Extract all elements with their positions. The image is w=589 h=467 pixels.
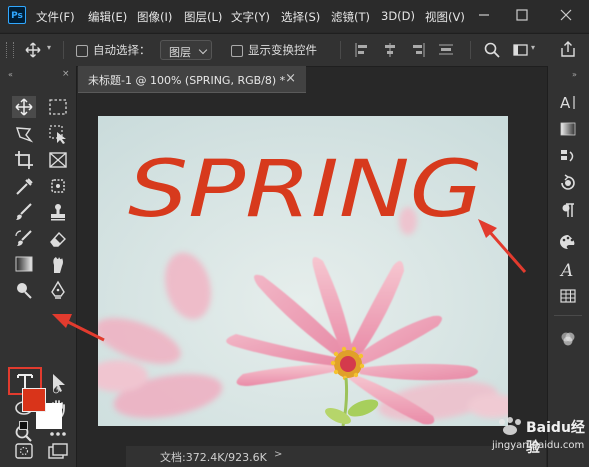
- document-canvas-image[interactable]: SPRING: [98, 116, 508, 426]
- adjustments-panel-icon[interactable]: [557, 173, 579, 193]
- brush-tool-icon[interactable]: [12, 201, 36, 223]
- swap-colors-icon[interactable]: ↺: [52, 386, 60, 397]
- object-select-tool-icon[interactable]: [46, 123, 70, 145]
- menu-type[interactable]: 文字(Y): [231, 9, 270, 25]
- clone-stamp-tool-icon[interactable]: [46, 201, 70, 223]
- move-tool-preset-icon[interactable]: [22, 40, 44, 60]
- align-center-icon[interactable]: [380, 40, 400, 60]
- layer-dropdown[interactable]: 图层: [160, 40, 212, 60]
- marquee-tool-icon[interactable]: [46, 96, 70, 118]
- pen-tool-icon[interactable]: [46, 279, 70, 301]
- default-colors-icon[interactable]: [19, 421, 28, 430]
- watermark-brand: Baidu经验: [526, 420, 585, 456]
- screen-mode-icon[interactable]: [46, 440, 70, 462]
- maximize-button[interactable]: [512, 6, 532, 24]
- menu-bar: Ps 文件(F) 编辑(E) 图像(I) 图层(L) 文字(Y) 选择(S) 滤…: [0, 0, 589, 32]
- preset-chevron-icon[interactable]: ▾: [47, 43, 51, 52]
- search-icon[interactable]: [482, 40, 502, 60]
- smudge-tool-icon[interactable]: [46, 253, 70, 275]
- baidu-jingyan-watermark: Baidu经验 jingyan.baidu.com: [488, 412, 588, 462]
- foreground-color-swatch[interactable]: [22, 388, 46, 412]
- divider: [470, 41, 471, 59]
- eyedropper-tool-icon[interactable]: [12, 175, 36, 197]
- panel-close-icon[interactable]: ×: [62, 69, 70, 79]
- expand-panels-icon[interactable]: »: [572, 70, 577, 79]
- status-chevron-icon[interactable]: >: [274, 449, 282, 460]
- frame-tool-icon[interactable]: [46, 149, 70, 171]
- paragraph-panel-icon[interactable]: [557, 200, 579, 220]
- channels-panel-icon[interactable]: [557, 329, 579, 349]
- menu-select[interactable]: 选择(S): [281, 9, 320, 25]
- share-icon[interactable]: [558, 39, 578, 59]
- right-panel-dock: » A A: [547, 66, 589, 467]
- table-panel-icon[interactable]: [557, 286, 579, 306]
- auto-select-checkbox[interactable]: [76, 45, 88, 57]
- show-transform-label: 显示变换控件: [248, 43, 317, 57]
- document-tab-title: 未标题-1 @ 100% (SPRING, RGB/8) *: [88, 74, 286, 87]
- menu-filter[interactable]: 滤镜(T): [331, 9, 370, 25]
- document-tab[interactable]: 未标题-1 @ 100% (SPRING, RGB/8) * ×: [78, 66, 306, 93]
- show-transform-checkbox[interactable]: [231, 45, 243, 57]
- quick-mask-icon[interactable]: [12, 440, 36, 462]
- flower-photo: SPRING: [98, 116, 508, 426]
- menu-3d[interactable]: 3D(D): [381, 9, 415, 23]
- workspace-icon[interactable]: [511, 40, 531, 60]
- photoshop-logo: Ps: [8, 6, 26, 24]
- history-brush-tool-icon[interactable]: [12, 227, 36, 249]
- character-panel-icon[interactable]: A: [557, 92, 579, 112]
- grip-handle[interactable]: [6, 42, 14, 58]
- spring-text-layer[interactable]: SPRING: [128, 145, 483, 235]
- close-document-icon[interactable]: ×: [285, 71, 296, 86]
- auto-select-label: 自动选择：: [93, 43, 151, 57]
- eraser-tool-icon[interactable]: [46, 227, 70, 249]
- watermark-url: jingyan.baidu.com: [492, 440, 585, 451]
- align-right-icon[interactable]: [408, 40, 428, 60]
- gradients-panel-icon[interactable]: [557, 119, 579, 139]
- menu-file[interactable]: 文件(F): [36, 9, 75, 25]
- workspace-chevron-icon[interactable]: ▾: [531, 43, 535, 52]
- status-bar: 文档:372.4K/923.6K >: [126, 446, 546, 467]
- close-window-button[interactable]: [556, 6, 576, 24]
- crop-tool-icon[interactable]: [12, 149, 36, 171]
- document-size-info: 文档:372.4K/923.6K: [160, 451, 267, 464]
- lasso-tool-icon[interactable]: [12, 123, 36, 145]
- chevron-down-icon: [198, 45, 208, 55]
- panel-divider: [554, 315, 582, 316]
- history-panel-icon[interactable]: [557, 146, 579, 166]
- align-left-icon[interactable]: [352, 40, 372, 60]
- gradient-tool-icon[interactable]: [12, 253, 36, 275]
- svg-text:A: A: [559, 261, 573, 279]
- menu-image[interactable]: 图像(I): [137, 9, 172, 25]
- spot-healing-tool-icon[interactable]: [46, 175, 70, 197]
- move-tool-icon[interactable]: [12, 96, 36, 118]
- divider: [340, 41, 341, 59]
- layer-dropdown-value: 图层: [169, 46, 191, 59]
- menu-layer[interactable]: 图层(L): [184, 9, 222, 25]
- svg-text:A: A: [560, 94, 571, 112]
- glyphs-panel-icon[interactable]: A: [557, 259, 579, 281]
- align-top-icon[interactable]: [436, 40, 456, 60]
- dodge-tool-icon[interactable]: [12, 279, 36, 301]
- collapse-chevrons-icon[interactable]: «: [8, 70, 13, 79]
- color-palette-icon[interactable]: [557, 232, 579, 252]
- tools-panel: « × ↺: [0, 66, 77, 467]
- divider: [63, 41, 64, 59]
- menu-edit[interactable]: 编辑(E): [88, 9, 127, 25]
- options-bar: ▾ 自动选择： 图层 显示变换控件 ▾: [0, 33, 589, 67]
- menu-view[interactable]: 视图(V): [425, 9, 465, 25]
- minimize-button[interactable]: [474, 6, 494, 24]
